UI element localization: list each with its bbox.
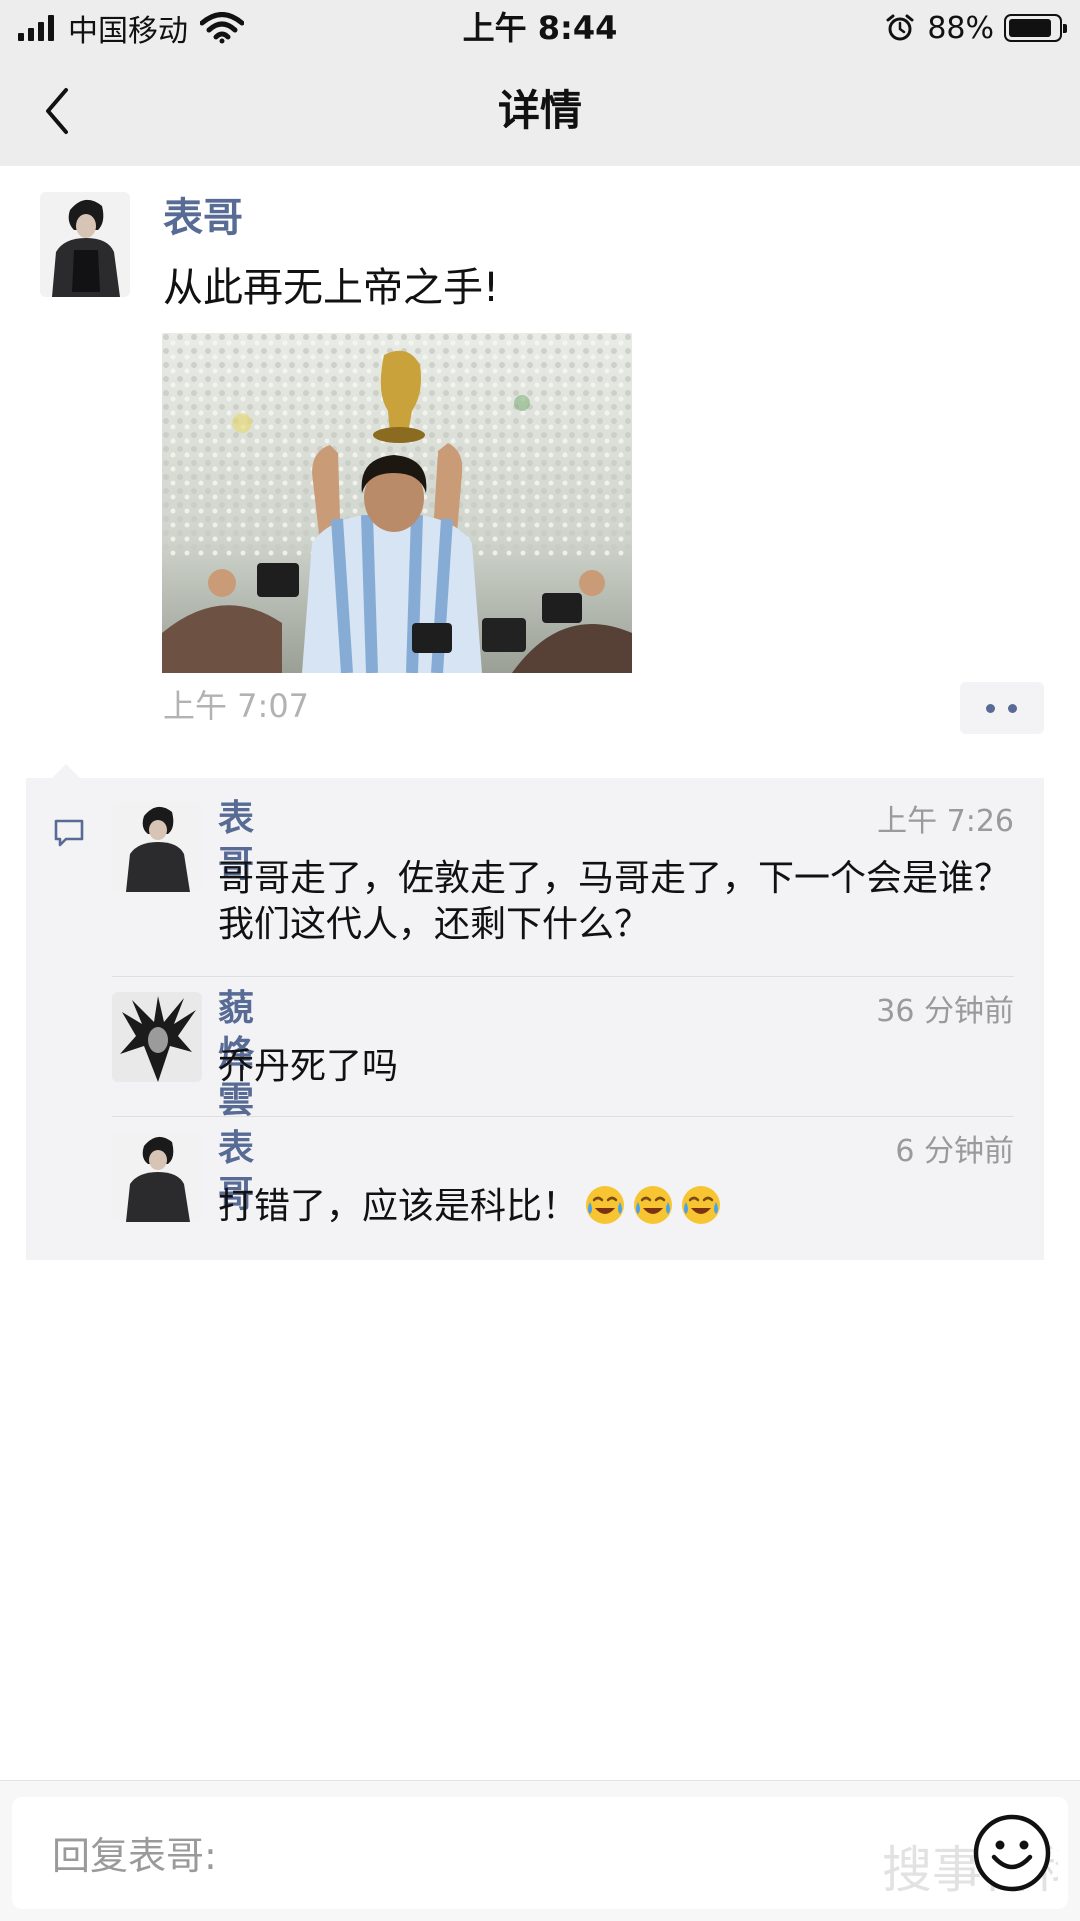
comment-time: 6 分钟前 (895, 1134, 1014, 1169)
two-dots-icon (986, 704, 995, 713)
comment-text[interactable]: 哥哥走了，佐敦走了，马哥走了，下一个会是谁？我们这代人，还剩下什么？ (218, 856, 1018, 948)
battery-icon (1004, 14, 1067, 42)
post-photo[interactable] (162, 333, 632, 673)
comment-time: 上午 7:26 (877, 804, 1014, 839)
post-text: 从此再无上帝之手! (163, 265, 500, 311)
comment-avatar[interactable] (112, 802, 202, 892)
comment-time: 36 分钟前 (876, 994, 1014, 1029)
smiley-face-icon[interactable] (970, 1811, 1054, 1895)
post-author-avatar[interactable] (40, 192, 130, 297)
battery-percent: 88% (927, 10, 994, 46)
reply-placeholder: 回复表哥: (52, 1834, 217, 1878)
status-bar: 中国移动 上午 8:44 88% (0, 0, 1080, 56)
crying-laughing-emoji (634, 1186, 673, 1224)
comment-text: 打错了，应该是科比！ (218, 1186, 579, 1227)
comment-icon (54, 819, 84, 847)
comment-avatar[interactable] (112, 1132, 202, 1222)
page-title: 详情 (497, 86, 582, 135)
status-right: 88% (885, 8, 1067, 48)
comment-avatar[interactable] (112, 992, 202, 1082)
post-time: 上午 7:07 (163, 687, 310, 725)
alarm-icon (886, 14, 914, 41)
comments-pointer (52, 764, 80, 778)
reply-bar: 回复表哥: 搜事百科 (0, 1780, 1080, 1921)
reply-input[interactable]: 回复表哥: 搜事百科 (12, 1797, 1068, 1909)
comment-text-row[interactable]: 打错了，应该是科比！ (218, 1184, 1018, 1230)
comment-text[interactable]: 乔丹死了吗 (218, 1044, 1018, 1090)
comment-divider (112, 976, 1014, 977)
post-author-name[interactable]: 表哥 (163, 192, 243, 244)
more-actions-button[interactable] (960, 682, 1044, 734)
crying-laughing-emoji (586, 1186, 625, 1224)
nav-bar: 详情 (0, 56, 1080, 166)
comment-divider (112, 1116, 1014, 1117)
crying-laughing-emoji (682, 1186, 721, 1224)
